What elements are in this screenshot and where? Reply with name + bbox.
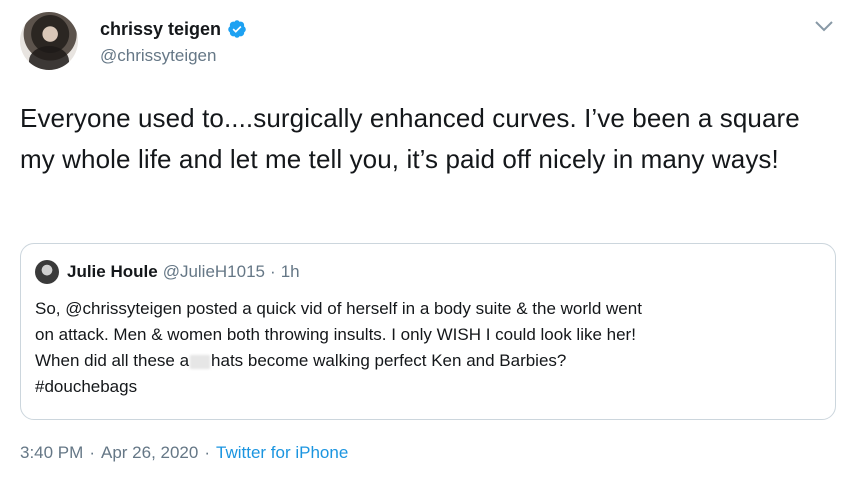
quoted-author-avatar xyxy=(35,260,59,284)
tweet-text: Everyone used to....surgically enhanced … xyxy=(20,103,800,174)
quoted-timestamp: 1h xyxy=(280,262,300,281)
display-name-row: chrissy teigen xyxy=(100,16,247,42)
author-display-name[interactable]: chrissy teigen xyxy=(100,19,221,40)
quoted-author-handle: @JulieH1015 xyxy=(162,262,266,281)
quoted-text-line: #douchebags xyxy=(35,377,138,396)
quoted-separator: · xyxy=(270,262,276,281)
quoted-text-line: When did all these a hats become walking … xyxy=(35,348,825,374)
meta-separator: · xyxy=(204,443,211,462)
tweet-date[interactable]: Apr 26, 2020 xyxy=(101,443,198,463)
quoted-text-line: So, @chrissyteigen posted a quick vid of… xyxy=(35,299,642,318)
author-handle[interactable]: @chrissyteigen xyxy=(100,46,247,66)
quoted-tweet-header: Julie Houle @JulieH1015 · 1h xyxy=(35,260,300,284)
tweet-source-link[interactable]: Twitter for iPhone xyxy=(216,443,348,463)
tweet-metadata: 3:40 PM · Apr 26, 2020 · Twitter for iPh… xyxy=(20,443,348,463)
quoted-text-line: on attack. Men & women both throwing ins… xyxy=(35,325,636,344)
author-avatar[interactable] xyxy=(20,12,78,70)
meta-separator: · xyxy=(89,443,95,462)
quoted-tweet-text: So, @chrissyteigen posted a quick vid of… xyxy=(35,296,825,400)
chevron-down-icon[interactable] xyxy=(813,18,835,34)
tweet-time[interactable]: 3:40 PM xyxy=(20,443,83,463)
quoted-tweet[interactable]: Julie Houle @JulieH1015 · 1h So, @chriss… xyxy=(20,243,836,420)
author-name-block: chrissy teigen @chrissyteigen xyxy=(100,16,247,66)
quoted-text-fragment: When did all these a xyxy=(35,351,190,370)
quoted-author-name: Julie Houle xyxy=(67,262,158,281)
verified-badge-icon xyxy=(228,20,246,38)
tweet-card: chrissy teigen @chrissyteigen Everyone u… xyxy=(0,0,842,478)
censor-blur xyxy=(190,354,211,369)
quoted-text-fragment: hats become walking perfect Ken and Barb… xyxy=(211,351,567,370)
